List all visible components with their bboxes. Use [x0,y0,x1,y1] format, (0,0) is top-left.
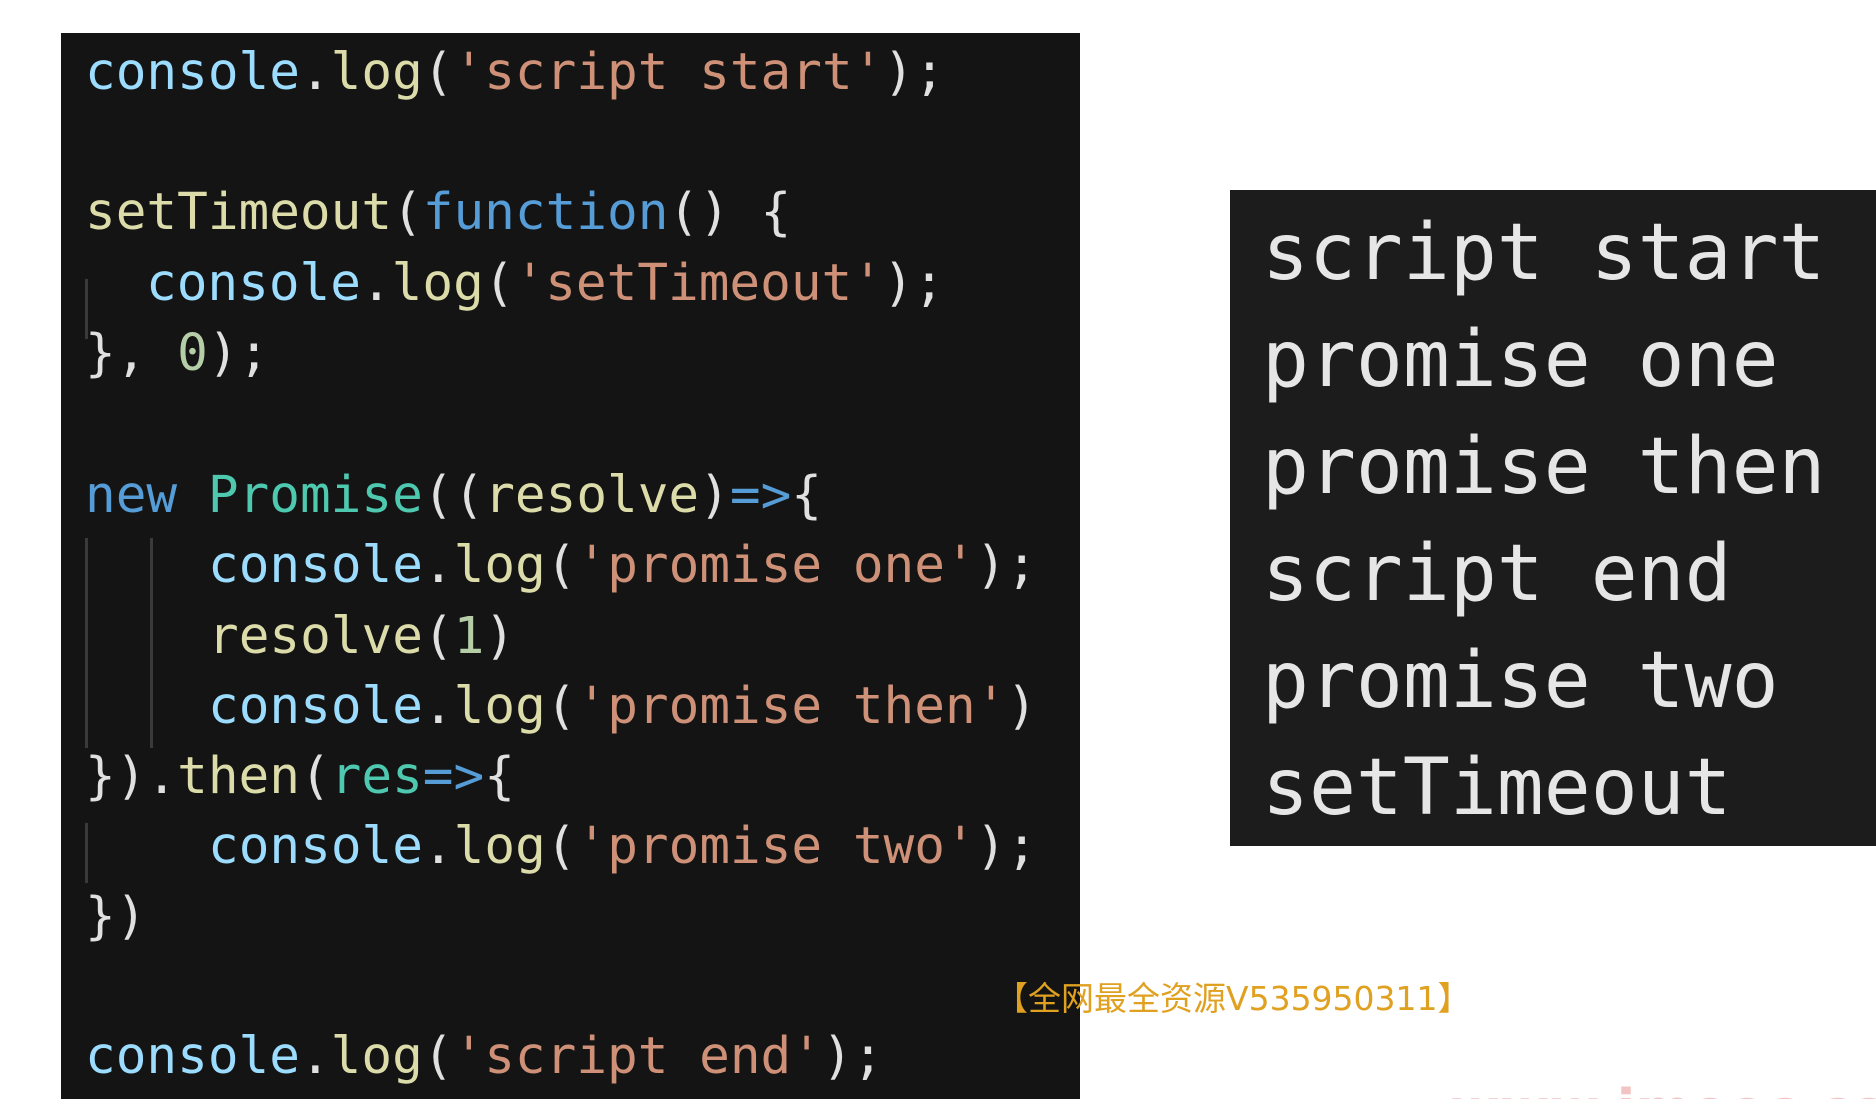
code-token: function [422,183,669,242]
console-output-panel: script start promise one promise then scrip… [1230,190,1876,846]
code-token: ) [699,466,730,525]
code-token: console [208,817,423,876]
code-token: 0 [177,324,208,383]
code-token: ); [975,536,1038,595]
code-token: then [177,747,300,806]
code-token: ( [422,43,454,102]
code-line-7: new Promise((resolve)=>{ [85,466,822,526]
code-token: ( [422,607,454,666]
code-token: ); [207,324,270,383]
code-token: 'promise then' [576,677,1007,736]
code-token: 'setTimeout' [514,254,883,313]
code-token: . [422,677,454,736]
code-token: ( [483,254,515,313]
code-token: }) [85,887,147,946]
code-token: (( [422,466,485,525]
code-token: 'script start' [453,43,884,102]
site-watermark: www.imooc.com [1450,1078,1876,1099]
code-token: => [729,466,792,525]
code-token: ( [545,536,577,595]
code-token: console [85,1027,300,1086]
watermark-text: 【全网最全资源V535950311】 [995,979,1471,1018]
code-token: . [360,254,392,313]
code-line-9: resolve(1) [208,607,515,667]
code-token: . [422,817,454,876]
code-token: log [330,43,423,102]
code-token: setTimeout [85,183,393,242]
code-token: log [391,254,484,313]
code-token: ( [545,677,577,736]
code-line-12: console.log('promise two'); [208,817,1037,877]
output-line-6: setTimeout [1262,743,1732,833]
code-token: () { [668,183,792,242]
code-token: console [208,536,423,595]
code-line-15: console.log('script end'); [85,1027,883,1087]
output-line-4: script end [1262,529,1732,619]
code-token: resolve [484,466,700,525]
code-editor-panel: console.log('script start'); setTimeout(… [61,33,1080,1099]
code-token: ( [545,817,577,876]
code-token: 'script end' [453,1027,822,1086]
code-line-11: }).then(res=>{ [85,747,515,807]
code-token: . [299,43,331,102]
code-token: new [85,466,178,525]
output-line-2: promise one [1262,315,1779,405]
code-line-3: setTimeout(function() { [85,183,791,243]
code-token: => [422,747,485,806]
code-token: 'promise two' [576,817,976,876]
code-line-10: console.log('promise then') [208,677,1037,737]
code-token: resolve [208,607,423,666]
code-line-4: console.log('setTimeout'); [146,254,944,314]
code-token: log [453,817,546,876]
code-token: ); [882,254,945,313]
code-token: Promise [207,466,423,525]
code-token: console [146,254,361,313]
code-token: console [85,43,300,102]
code-line-8: console.log('promise one'); [208,536,1037,596]
output-line-3: promise then [1262,422,1826,512]
code-token: ); [975,817,1038,876]
code-token: ); [821,1027,884,1086]
code-token: ) [1006,677,1038,736]
code-token: ( [299,747,331,806]
code-token: log [453,536,546,595]
code-line-5: }, 0); [85,324,269,384]
code-token: }, [85,324,178,383]
code-token: 'promise one' [576,536,976,595]
code-token: . [422,536,454,595]
code-token: log [330,1027,423,1086]
code-token: { [484,747,515,806]
output-line-1: script start [1262,208,1826,298]
code-token: ( [422,1027,454,1086]
indent-guide [85,538,88,748]
code-token: log [453,677,546,736]
code-token: ) [484,607,516,666]
indent-guide [150,538,153,748]
code-token: console [208,677,423,736]
indent-guide [85,823,88,883]
code-token: res [330,747,423,806]
code-token: { [791,466,822,525]
code-line-1: console.log('script start'); [85,43,945,103]
code-token: 1 [453,607,485,666]
code-token: ( [392,183,423,242]
code-line-13: }) [85,887,146,947]
code-token: }). [85,747,178,806]
code-token: ); [883,43,945,102]
code-token: . [299,1027,331,1086]
output-line-5: promise two [1262,636,1779,726]
